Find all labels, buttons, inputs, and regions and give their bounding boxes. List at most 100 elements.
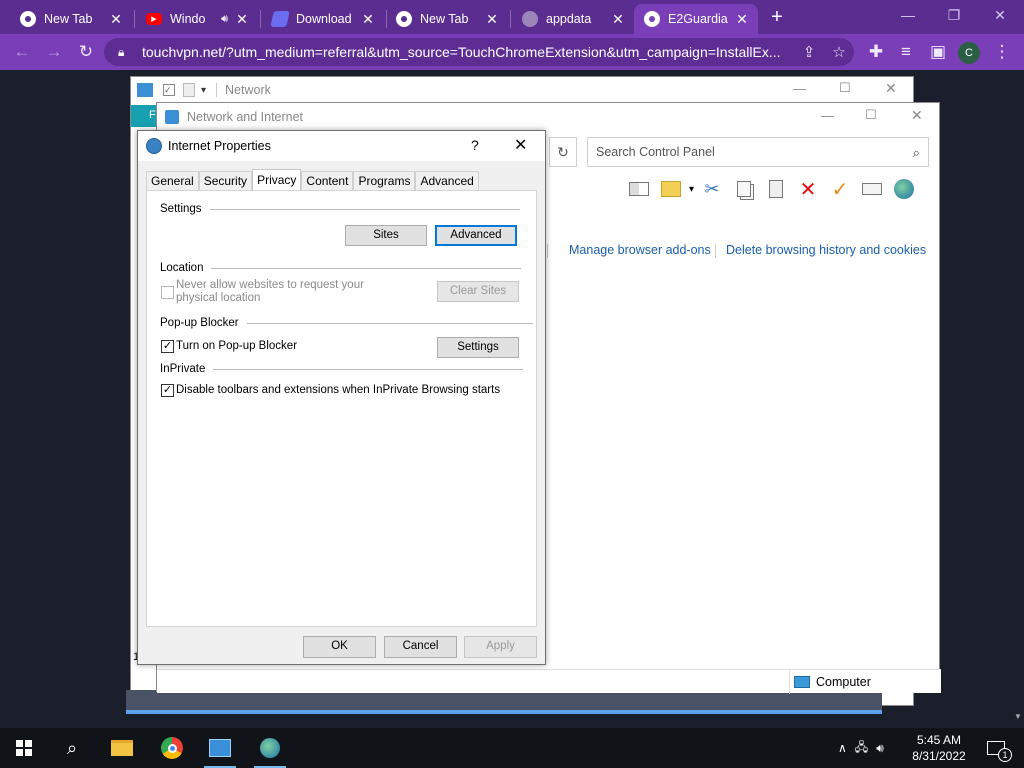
checkmark-icon[interactable]: ✓ xyxy=(824,177,856,201)
bookmark-star-icon[interactable]: ☆ xyxy=(824,43,854,61)
profile-avatar[interactable]: C xyxy=(958,42,980,64)
properties-folder-icon[interactable] xyxy=(655,177,687,201)
ni-maximize-button[interactable]: ☐ xyxy=(865,107,877,123)
windows-start-icon[interactable] xyxy=(12,736,36,760)
network-minimize-button[interactable]: — xyxy=(793,81,806,96)
close-window-button[interactable]: ✕ xyxy=(980,4,1020,26)
never-allow-location-label-line2: physical location xyxy=(176,292,261,304)
close-icon[interactable]: ✕ xyxy=(610,11,626,28)
group-divider xyxy=(213,368,524,370)
network-icon[interactable]: 🖧︎ xyxy=(855,738,868,759)
scissors-icon[interactable]: ✂ xyxy=(696,177,728,201)
extensions-puzzle-icon[interactable]: ✚ xyxy=(864,40,888,64)
manage-add-ons-link[interactable]: Manage browser add-ons xyxy=(569,243,711,257)
blank-doc-icon[interactable] xyxy=(183,83,195,97)
internet-options-taskbar-icon[interactable] xyxy=(258,736,282,760)
disable-toolbars-inprivate-checkbox[interactable]: ✓ xyxy=(161,384,174,397)
ni-minimize-button[interactable]: — xyxy=(821,108,834,123)
refresh-button[interactable]: ↻ xyxy=(549,137,577,167)
search-icon[interactable]: ⌕ xyxy=(913,145,920,161)
ribbon-file-tab[interactable]: F xyxy=(131,105,159,127)
close-icon[interactable]: ✕ xyxy=(360,11,376,28)
volume-icon[interactable]: 🔊︎ xyxy=(876,741,884,756)
network-close-button[interactable]: ✕ xyxy=(885,80,897,97)
new-tab-button[interactable]: + xyxy=(766,6,788,28)
side-panel-icon[interactable]: ▣ xyxy=(926,40,950,64)
never-allow-location-label: Never allow websites to request your phy… xyxy=(176,279,364,305)
clear-sites-button[interactable]: Clear Sites xyxy=(437,281,519,302)
address-bar[interactable]: 🔒︎ touchvpn.net/?utm_medium=referral&utm… xyxy=(104,38,854,66)
paste-clipboard-icon[interactable] xyxy=(760,177,792,201)
back-arrow-icon[interactable]: ← xyxy=(10,40,34,64)
network-maximize-button[interactable]: ☐ xyxy=(839,80,851,96)
close-icon[interactable]: ✕ xyxy=(484,11,500,28)
reload-icon[interactable]: ↻ xyxy=(74,40,98,64)
browser-tab-5[interactable]: appdata ✕ xyxy=(512,4,634,34)
never-allow-location-checkbox[interactable] xyxy=(161,286,174,299)
ni-window-title: Network and Internet xyxy=(187,110,304,124)
download-site-icon xyxy=(270,11,290,27)
minimize-button[interactable]: — xyxy=(888,4,928,26)
windows-taskbar: ⌕ ∧ 🖧︎ 🔊︎ 5:45 AM 8/31/2022 1 xyxy=(0,728,1024,768)
tab-label: appdata xyxy=(546,12,592,26)
ni-close-button[interactable]: ✕ xyxy=(911,107,923,124)
help-button[interactable]: ? xyxy=(471,137,479,153)
settings-header-label: Settings xyxy=(160,203,202,215)
popup-settings-button[interactable]: Settings xyxy=(437,337,519,358)
browser-tab-6-active[interactable]: E2Guardian ✕ xyxy=(634,4,758,34)
cancel-button[interactable]: Cancel xyxy=(384,636,457,658)
network-window-title: Network xyxy=(216,83,271,97)
close-icon[interactable]: ✕ xyxy=(234,11,250,28)
control-panel-taskbar-icon[interactable] xyxy=(208,736,232,760)
menu-kebab-icon[interactable]: ⋮ xyxy=(990,40,1014,64)
globe-icon[interactable] xyxy=(888,177,920,201)
browser-tab-3[interactable]: Download ✕ xyxy=(262,4,384,34)
advanced-button[interactable]: Advanced xyxy=(435,225,517,246)
tab-separator xyxy=(134,10,135,28)
ok-button[interactable]: OK xyxy=(303,636,376,658)
internet-properties-dialog: Internet Properties ? ✕ General Security… xyxy=(137,130,546,665)
taskbar-clock[interactable]: 5:45 AM 8/31/2022 xyxy=(904,732,974,764)
restore-button[interactable]: ❐ xyxy=(934,4,974,26)
action-center-icon[interactable]: 1 xyxy=(984,736,1012,762)
browser-tab-1[interactable]: New Tab ✕ xyxy=(10,4,132,34)
preview-pane-icon[interactable] xyxy=(623,177,655,201)
tab-programs[interactable]: Programs xyxy=(353,171,416,191)
delete-x-icon[interactable]: ✕ xyxy=(792,177,824,201)
close-icon[interactable]: ✕ xyxy=(734,11,750,28)
rename-icon[interactable] xyxy=(856,177,888,201)
copy-icon[interactable] xyxy=(728,177,760,201)
sites-button[interactable]: Sites xyxy=(345,225,427,246)
search-icon[interactable]: ⌕ xyxy=(60,736,84,760)
browser-tab-4[interactable]: New Tab ✕ xyxy=(386,4,508,34)
tab-content[interactable]: Content xyxy=(301,171,354,191)
delete-browsing-history-link[interactable]: Delete browsing history and cookies xyxy=(726,243,926,257)
taskbar-highlight-line xyxy=(126,710,882,714)
dropdown-caret-icon[interactable]: ▾ xyxy=(689,184,694,195)
apply-button[interactable]: Apply xyxy=(464,636,537,658)
control-panel-icon xyxy=(165,110,179,124)
chrome-taskbar-icon[interactable] xyxy=(160,736,184,760)
media-queue-icon[interactable]: ≡ xyxy=(894,40,918,64)
speaker-icon[interactable]: 🔊︎ xyxy=(221,13,228,26)
forward-arrow-icon[interactable]: → xyxy=(42,40,66,64)
dropdown-caret-icon[interactable]: ▾ xyxy=(201,85,206,96)
popup-blocker-checkbox[interactable]: ✓ xyxy=(161,340,174,353)
tab-advanced[interactable]: Advanced xyxy=(415,171,479,191)
file-explorer-icon[interactable] xyxy=(110,736,134,760)
ie-globe-icon xyxy=(146,138,162,154)
browser-tab-2[interactable]: ▶ Windo 🔊︎ ✕ xyxy=(136,4,258,34)
settings-group-header: Settings xyxy=(160,203,520,215)
tab-security[interactable]: Security xyxy=(198,171,253,191)
clock-date: 8/31/2022 xyxy=(912,749,966,763)
close-icon[interactable]: ✕ xyxy=(108,11,124,28)
share-icon[interactable]: ⇪ xyxy=(794,43,824,61)
dialog-close-button[interactable]: ✕ xyxy=(514,135,527,155)
system-tray: ∧ 🖧︎ 🔊︎ xyxy=(838,728,884,768)
tab-general[interactable]: General xyxy=(146,171,199,191)
tab-privacy[interactable]: Privacy xyxy=(252,169,302,191)
search-control-panel-input[interactable]: Search Control Panel ⌕ xyxy=(587,137,929,167)
show-hidden-icons-chevron-icon[interactable]: ∧ xyxy=(838,741,847,755)
checkbox-toolbar-icon[interactable]: ✓ xyxy=(163,84,175,96)
scroll-down-arrow-icon[interactable]: ▼ xyxy=(1014,712,1022,722)
